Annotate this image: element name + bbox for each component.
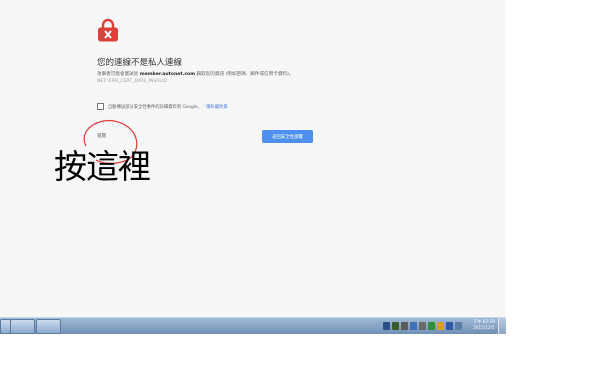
description-suffix: 竊取您的資訊 (例如密碼、郵件或信用卡資料)。 <box>196 72 294 77</box>
report-checkbox[interactable] <box>97 103 104 110</box>
report-checkbox-label: 自動傳送部分安全性事件的詳細資料到 Google。 <box>108 104 202 110</box>
tray-icon[interactable] <box>401 322 408 330</box>
volume-icon[interactable] <box>455 322 462 330</box>
page-title: 您的連線不是私人連線 <box>97 58 183 68</box>
tray-icon[interactable] <box>410 322 417 330</box>
tray-icon[interactable] <box>419 322 426 330</box>
chrome-icon[interactable] <box>36 319 61 334</box>
explorer-icon[interactable] <box>10 319 35 334</box>
tray-icon[interactable] <box>437 322 444 330</box>
error-code: NET::ERR_CERT_DATE_INVALID <box>97 79 167 85</box>
error-description: 攻擊者可能會嘗試從 member.autonet.com 竊取您的資訊 (例如密… <box>97 71 322 85</box>
description-prefix: 攻擊者可能會嘗試從 <box>97 72 139 77</box>
back-to-safety-button[interactable]: 返回安全性瀏覽 <box>262 130 313 143</box>
site-name: member.autonet.com <box>139 72 195 77</box>
show-desktop-button[interactable] <box>498 318 506 334</box>
clock-date: 2015/12/5 <box>473 325 495 330</box>
windows-taskbar: 下午 02:19 2015/12/5 <box>0 317 506 334</box>
report-checkbox-row: 自動傳送部分安全性事件的詳細資料到 Google。 - 隱私權政策 <box>97 103 228 110</box>
annotation-text: 按這裡 <box>54 147 151 186</box>
tray-icon[interactable] <box>392 322 399 330</box>
lock-icon <box>98 18 118 42</box>
privacy-policy-link[interactable]: 隱私權政策 <box>206 104 227 110</box>
tray-icon[interactable] <box>446 322 453 330</box>
tray-icon[interactable] <box>428 322 435 330</box>
tray-icon[interactable] <box>383 322 390 330</box>
taskbar-clock[interactable]: 下午 02:19 2015/12/5 <box>473 319 495 331</box>
browser-content-area: 您的連線不是私人連線 攻擊者可能會嘗試從 member.autonet.com … <box>0 0 505 317</box>
tray-icons <box>383 320 464 332</box>
